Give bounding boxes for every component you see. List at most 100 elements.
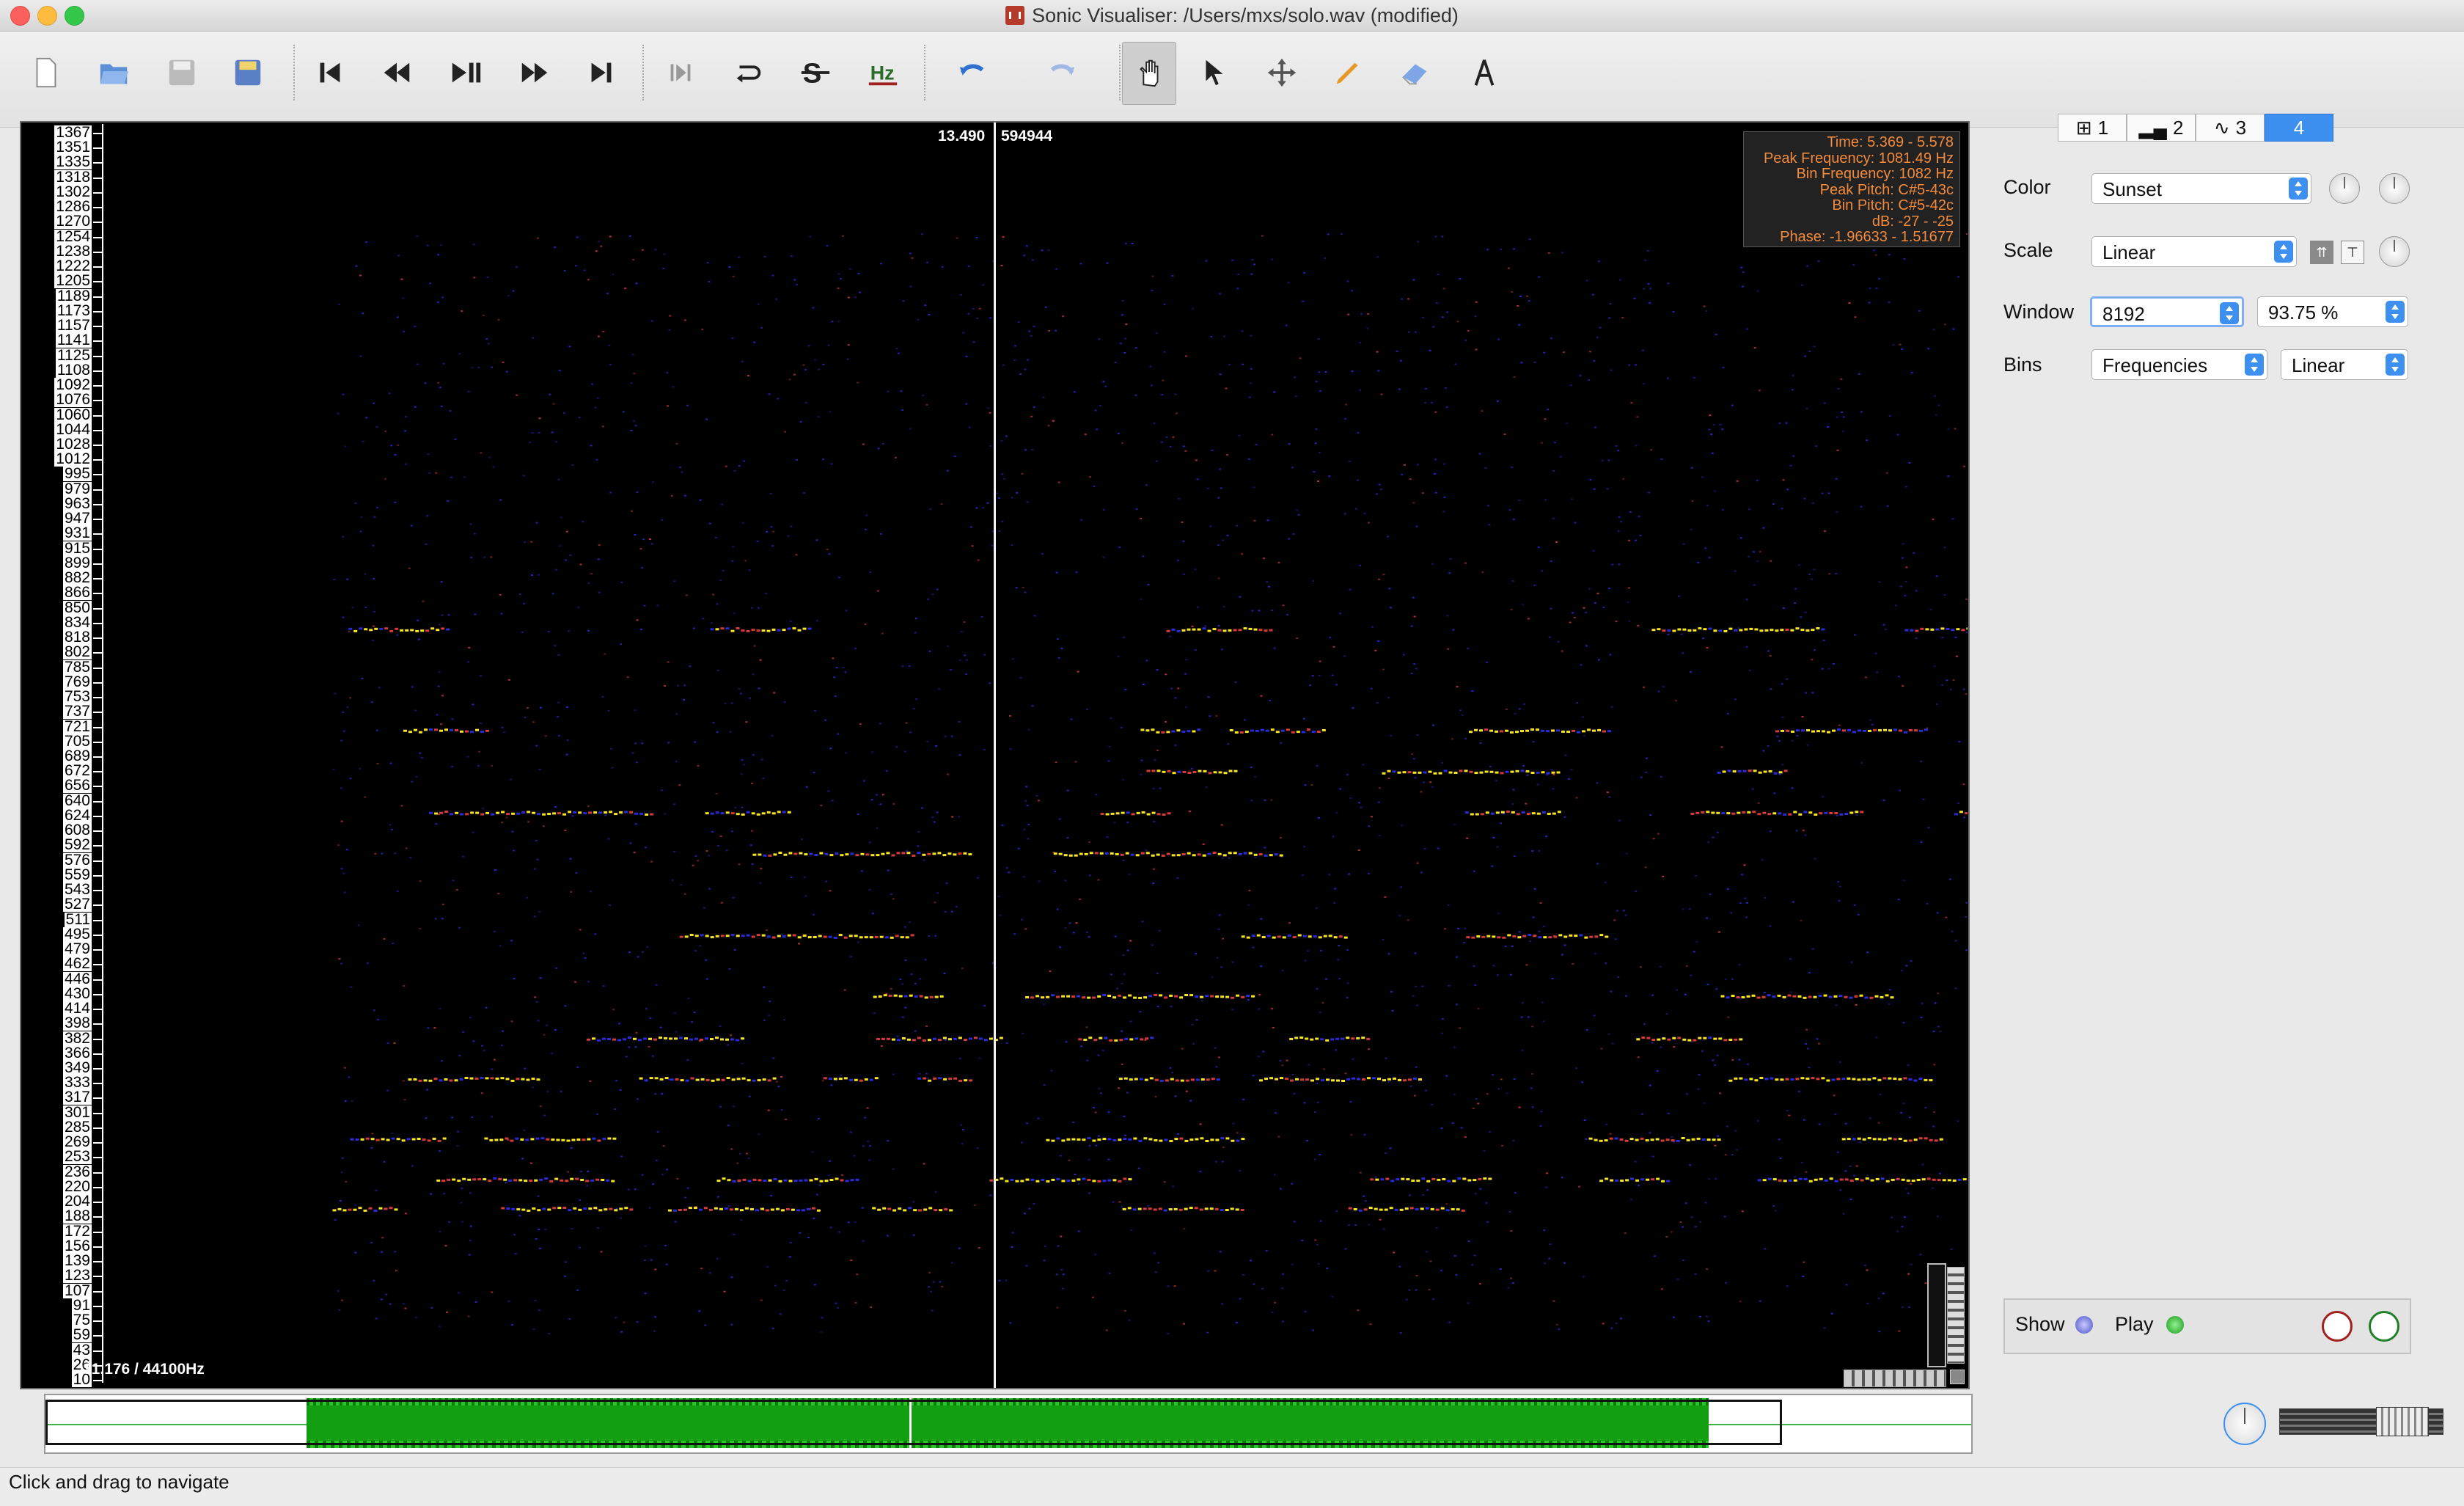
freq-tick-label: 366 xyxy=(62,1044,92,1061)
spectrogram-noise xyxy=(332,233,1968,1334)
color-rotation-dial[interactable] xyxy=(2379,173,2410,204)
tab-layer-1[interactable]: ⊞ 1 xyxy=(2058,114,2127,142)
open-file-icon[interactable] xyxy=(88,46,141,99)
measure-icon[interactable] xyxy=(1458,46,1511,99)
playback-speed-thumb[interactable] xyxy=(2376,1407,2429,1436)
freq-tick-mark xyxy=(93,1231,102,1233)
frequency-scale: 1367 1351 1335 1318 1302 1286 1270 1254 1238 1222… xyxy=(26,124,103,1387)
freq-tick-label: 963 xyxy=(62,494,92,512)
cursor-time-label: 13.490 xyxy=(938,128,986,145)
overview-visible-region[interactable] xyxy=(45,1400,1782,1445)
save-session-icon[interactable] xyxy=(221,46,274,99)
spectrogram-note-traces xyxy=(332,627,1968,1212)
show-toggle[interactable] xyxy=(2075,1316,2093,1334)
app-icon xyxy=(1005,6,1025,25)
freq-tick-label: 479 xyxy=(62,940,92,958)
save-file-icon[interactable] xyxy=(155,46,208,99)
freq-tick-label: 1318 xyxy=(54,168,92,186)
bin-display-select[interactable]: Frequencies xyxy=(2091,349,2267,380)
freq-tick-label: 1205 xyxy=(54,272,92,290)
freq-tick-mark xyxy=(93,222,102,224)
freq-tick-label: 495 xyxy=(62,925,92,943)
freq-tick-mark xyxy=(93,1068,102,1070)
ffwd-end-icon[interactable] xyxy=(575,46,628,99)
rewind-start-icon[interactable] xyxy=(304,46,356,99)
freq-tick-mark xyxy=(93,503,102,505)
select-icon[interactable] xyxy=(1188,46,1241,99)
horizontal-zoom-wheel[interactable] xyxy=(1844,1370,1946,1387)
play-toggle[interactable] xyxy=(2166,1316,2184,1334)
gain-dial[interactable] xyxy=(2329,173,2360,204)
freq-tick-label: 462 xyxy=(62,955,92,973)
freq-tick-mark xyxy=(93,815,102,817)
freq-tick-mark xyxy=(93,1171,102,1174)
loop-icon[interactable] xyxy=(722,46,774,99)
vertical-zoom-slider[interactable] xyxy=(1927,1263,1946,1367)
solo-icon[interactable]: S xyxy=(789,46,842,99)
freq-tick-mark xyxy=(93,1216,102,1218)
navigate-hand-icon[interactable] xyxy=(1122,42,1176,105)
info-line: Peak Pitch: C#5-43c xyxy=(1819,181,1954,198)
freq-tick-mark xyxy=(93,712,102,714)
redo-icon[interactable] xyxy=(1034,46,1087,99)
freq-tick-label: 1367 xyxy=(54,124,92,141)
freq-tick-label: 672 xyxy=(62,762,92,780)
freq-tick-label: 1270 xyxy=(54,213,92,230)
scale-select[interactable]: Linear xyxy=(2091,236,2297,267)
normalize-visible-button[interactable]: ⊤ xyxy=(2341,241,2364,264)
fast-forward-icon[interactable] xyxy=(508,46,561,99)
freq-tick-mark xyxy=(93,519,102,521)
svg-text:Hz: Hz xyxy=(870,62,895,84)
freq-tick-label: 882 xyxy=(62,569,92,587)
window-overlap-select[interactable]: 93.75 % xyxy=(2257,296,2408,327)
rewind-icon[interactable] xyxy=(370,46,423,99)
playback-pan-dial[interactable] xyxy=(2369,1311,2399,1342)
freq-tick-mark xyxy=(93,1157,102,1159)
freq-tick-mark xyxy=(93,1038,102,1040)
freq-tick-label: 43 xyxy=(71,1341,92,1359)
freq-tick-label: 236 xyxy=(62,1163,92,1180)
new-file-icon[interactable] xyxy=(19,46,72,99)
draw-icon[interactable] xyxy=(1321,46,1374,99)
reset-zoom-button[interactable] xyxy=(1950,1370,1965,1384)
freq-tick-mark xyxy=(93,1097,102,1100)
freq-tick-label: 559 xyxy=(62,866,92,883)
freq-tick-label: 915 xyxy=(62,539,92,557)
erase-icon[interactable] xyxy=(1389,46,1442,99)
tab-layer-4[interactable]: 4 xyxy=(2265,114,2333,142)
master-volume-dial[interactable] xyxy=(2223,1403,2266,1445)
color-map-select[interactable]: Sunset xyxy=(2091,173,2311,204)
bins-label: Bins xyxy=(2003,354,2042,376)
freq-tick-label: 624 xyxy=(62,806,92,824)
tab-layer-3[interactable]: ∿ 3 xyxy=(2196,114,2265,142)
normalize-columns-button[interactable]: ⇈ xyxy=(2310,241,2333,264)
undo-icon[interactable] xyxy=(947,46,1000,99)
freq-tick-label: 430 xyxy=(62,984,92,1002)
freq-tick-mark xyxy=(93,593,102,595)
tab-layer-2[interactable]: ▂▄ 2 xyxy=(2127,114,2196,142)
bars-icon: ▂▄ xyxy=(2138,116,2167,139)
threshold-dial[interactable] xyxy=(2379,236,2410,267)
freq-tick-label: 75 xyxy=(71,1312,92,1329)
play-pause-icon[interactable] xyxy=(440,46,493,99)
spectrogram-canvas[interactable] xyxy=(105,123,1968,1388)
vertical-scroll-thumb[interactable] xyxy=(1947,1267,1965,1364)
freq-tick-mark xyxy=(93,1261,102,1263)
frequency-scale-select[interactable]: Linear xyxy=(2281,349,2408,380)
overview-pane[interactable] xyxy=(44,1394,1973,1454)
freq-tick-label: 995 xyxy=(62,465,92,483)
spectrogram-pane[interactable]: 1367 1351 1335 1318 1302 1286 1270 1254 1238 1222… xyxy=(20,121,1970,1389)
freq-tick-mark xyxy=(93,1127,102,1129)
info-line: Peak Frequency: 1081.49 Hz xyxy=(1763,150,1954,167)
playback-gain-dial[interactable] xyxy=(2322,1311,2353,1342)
status-text: Click and drag to navigate xyxy=(9,1471,230,1493)
freq-tick-label: 1108 xyxy=(55,361,92,379)
freq-tick-label: 527 xyxy=(62,896,92,913)
playback-cursor[interactable] xyxy=(994,123,996,1388)
playback-speed-icon[interactable]: Hz xyxy=(857,46,909,99)
move-icon[interactable] xyxy=(1255,46,1308,99)
window-size-select[interactable]: 8192 xyxy=(2090,296,2244,327)
play-selection-icon[interactable] xyxy=(654,46,707,99)
freq-tick-label: 107 xyxy=(62,1282,92,1299)
freq-tick-label: 834 xyxy=(62,613,92,631)
